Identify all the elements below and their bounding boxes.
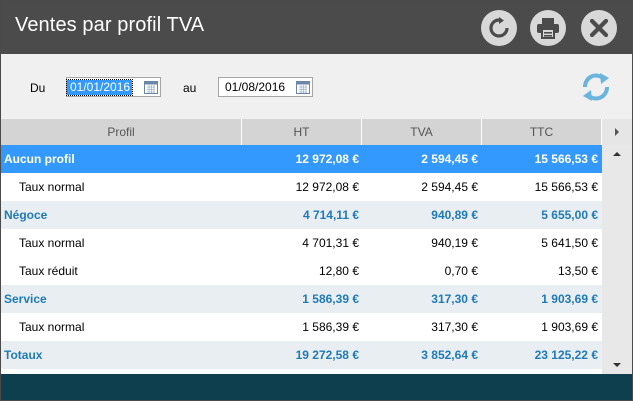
table-row[interactable]: Aucun profil 12 972,08 € 2 594,45 € 15 5… [1,145,602,173]
profil-cell: Taux normal [19,320,85,334]
reload-button[interactable] [481,10,517,46]
tva-cell: 2 594,45 € [421,152,478,166]
vertical-scrollbar[interactable] [602,145,632,374]
chevron-down-icon [613,363,621,367]
table-row-totals[interactable]: Totaux 19 272,58 € 3 852,64 € 23 125,22 … [1,341,602,369]
scroll-down-button[interactable] [602,358,632,372]
to-date-value[interactable]: 01/08/2016 [219,80,287,95]
reload-icon [489,17,509,38]
column-header-ht[interactable]: HT [242,119,362,145]
ht-cell: 4 714,11 € [302,208,359,222]
ttc-cell: 13,50 € [557,264,598,278]
scroll-right-button[interactable] [602,119,632,145]
status-footer [1,374,632,400]
profil-cell: Taux normal [19,180,85,194]
close-icon [589,18,609,38]
column-header-profil[interactable]: Profil [1,119,242,145]
tva-cell: 2 594,45 € [421,180,478,194]
profil-cell: Taux réduit [19,264,78,278]
from-date-field[interactable]: 01/01/2016 [65,77,161,97]
ttc-cell: 1 903,69 € [541,320,598,334]
table-row[interactable]: Service 1 586,39 € 317,30 € 1 903,69 € [1,285,602,313]
ht-cell: 12,80 € [318,264,359,278]
ht-cell: 12 972,08 € [295,152,359,166]
column-header-ttc[interactable]: TTC [482,119,602,145]
to-date-field[interactable]: 01/08/2016 [218,77,313,97]
ht-cell: 1 586,39 € [302,292,359,306]
tva-cell: 317,30 € [431,320,478,334]
refresh-icon[interactable] [579,70,613,104]
sales-by-vat-profile-window: Ventes par profil TVA Du 01/01/2016 au 0… [0,0,633,401]
table-row[interactable]: Taux normal 4 701,31 € 940,19 € 5 641,50… [1,229,602,257]
ttc-cell: 5 641,50 € [541,236,598,250]
table-row[interactable]: Taux normal 1 586,39 € 317,30 € 1 903,69… [1,313,602,341]
ht-cell: 19 272,58 € [295,348,359,362]
calendar-icon[interactable] [296,80,310,94]
close-button[interactable] [581,10,617,46]
ht-cell: 12 972,08 € [295,180,359,194]
ttc-cell: 15 566,53 € [534,152,598,166]
chevron-right-icon [615,128,619,136]
table-body: Aucun profil 12 972,08 € 2 594,45 € 15 5… [1,145,602,374]
window-title: Ventes par profil TVA [15,14,205,36]
print-icon [537,18,559,39]
from-date-value[interactable]: 01/01/2016 [65,78,134,96]
tva-cell: 3 852,64 € [421,348,478,362]
profil-cell: Aucun profil [4,152,75,166]
from-date-label: Du [30,81,46,95]
tva-cell: 317,30 € [431,292,478,306]
profil-cell: Taux normal [19,236,85,250]
table-row[interactable]: Taux normal 12 972,08 € 2 594,45 € 15 56… [1,173,602,201]
ttc-cell: 15 566,53 € [534,180,598,194]
tva-cell: 940,89 € [431,208,478,222]
filter-toolbar: Du 01/01/2016 au 01/08/2016 [1,54,632,119]
ttc-cell: 23 125,22 € [534,348,598,362]
table-header: Profil HT TVA TTC [1,119,632,145]
table-row[interactable]: Négoce 4 714,11 € 940,89 € 5 655,00 € [1,201,602,229]
title-bar: Ventes par profil TVA [1,1,632,54]
table-row[interactable]: Taux réduit 12,80 € 0,70 € 13,50 € [1,257,602,285]
to-date-label: au [183,81,197,95]
ttc-cell: 1 903,69 € [541,292,598,306]
tva-cell: 940,19 € [431,236,478,250]
tva-cell: 0,70 € [444,264,478,278]
column-header-tva[interactable]: TVA [362,119,482,145]
scroll-up-button[interactable] [602,147,632,161]
ht-cell: 4 701,31 € [302,236,359,250]
print-button[interactable] [530,10,566,46]
ht-cell: 1 586,39 € [302,320,359,334]
chevron-up-icon [613,152,621,156]
ttc-cell: 5 655,00 € [541,208,598,222]
profil-cell: Négoce [4,208,48,222]
calendar-icon[interactable] [144,80,158,94]
profil-cell: Service [4,292,47,306]
profil-cell: Totaux [4,348,43,362]
